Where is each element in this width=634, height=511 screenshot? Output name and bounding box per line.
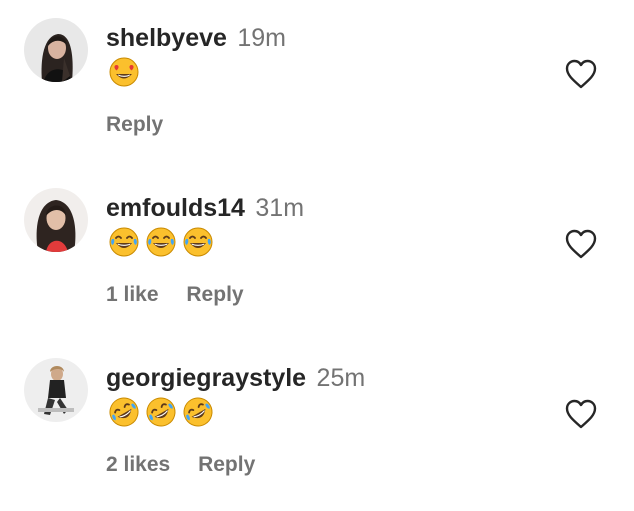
comment-item: emfoulds14 31m 1 like Reply <box>0 170 634 340</box>
username[interactable]: emfoulds14 <box>106 194 245 222</box>
comment-actions: 2 likes Reply <box>106 452 255 478</box>
comment-item: georgiegraystyle 25m 2 likes Reply <box>0 340 634 510</box>
comment-item: shelbyeve 19m Reply <box>0 0 634 170</box>
avatar-image <box>24 358 88 422</box>
tears-of-joy-emoji-icon <box>109 227 139 257</box>
like-heart-icon[interactable] <box>564 398 598 430</box>
comment-actions: 1 like Reply <box>106 282 244 308</box>
rolling-on-floor-laughing-emoji-icon <box>183 397 213 427</box>
rolling-on-floor-laughing-emoji-icon <box>109 397 139 427</box>
avatar[interactable] <box>24 188 88 252</box>
reply-button[interactable]: Reply <box>186 283 243 306</box>
comment-text <box>108 226 214 258</box>
username[interactable]: georgiegraystyle <box>106 364 306 392</box>
comment-time: 31m <box>255 194 305 222</box>
rolling-on-floor-laughing-emoji-icon <box>146 397 176 427</box>
like-heart-icon[interactable] <box>564 228 598 260</box>
reply-button[interactable]: Reply <box>198 453 255 476</box>
comment-actions: Reply <box>106 112 163 138</box>
avatar[interactable] <box>24 18 88 82</box>
reply-button[interactable]: Reply <box>106 113 163 136</box>
comment-header: emfoulds14 31m <box>106 192 304 228</box>
avatar-image <box>24 188 88 252</box>
tears-of-joy-emoji-icon <box>183 227 213 257</box>
like-heart-icon[interactable] <box>564 58 598 90</box>
comment-list: shelbyeve 19m Reply emfoulds14 31m 1 lik… <box>0 0 634 511</box>
username[interactable]: shelbyeve <box>106 24 227 52</box>
like-count[interactable]: 2 likes <box>106 453 170 476</box>
comment-text <box>108 56 140 88</box>
comment-time: 19m <box>237 24 287 52</box>
comment-text <box>108 396 214 428</box>
comment-time: 25m <box>316 364 366 392</box>
avatar-image <box>24 18 88 82</box>
comment-header: shelbyeve 19m <box>106 22 286 58</box>
heart-eyes-emoji-icon <box>109 57 139 87</box>
avatar[interactable] <box>24 358 88 422</box>
tears-of-joy-emoji-icon <box>146 227 176 257</box>
like-count[interactable]: 1 like <box>106 283 159 306</box>
comment-header: georgiegraystyle 25m <box>106 362 365 398</box>
